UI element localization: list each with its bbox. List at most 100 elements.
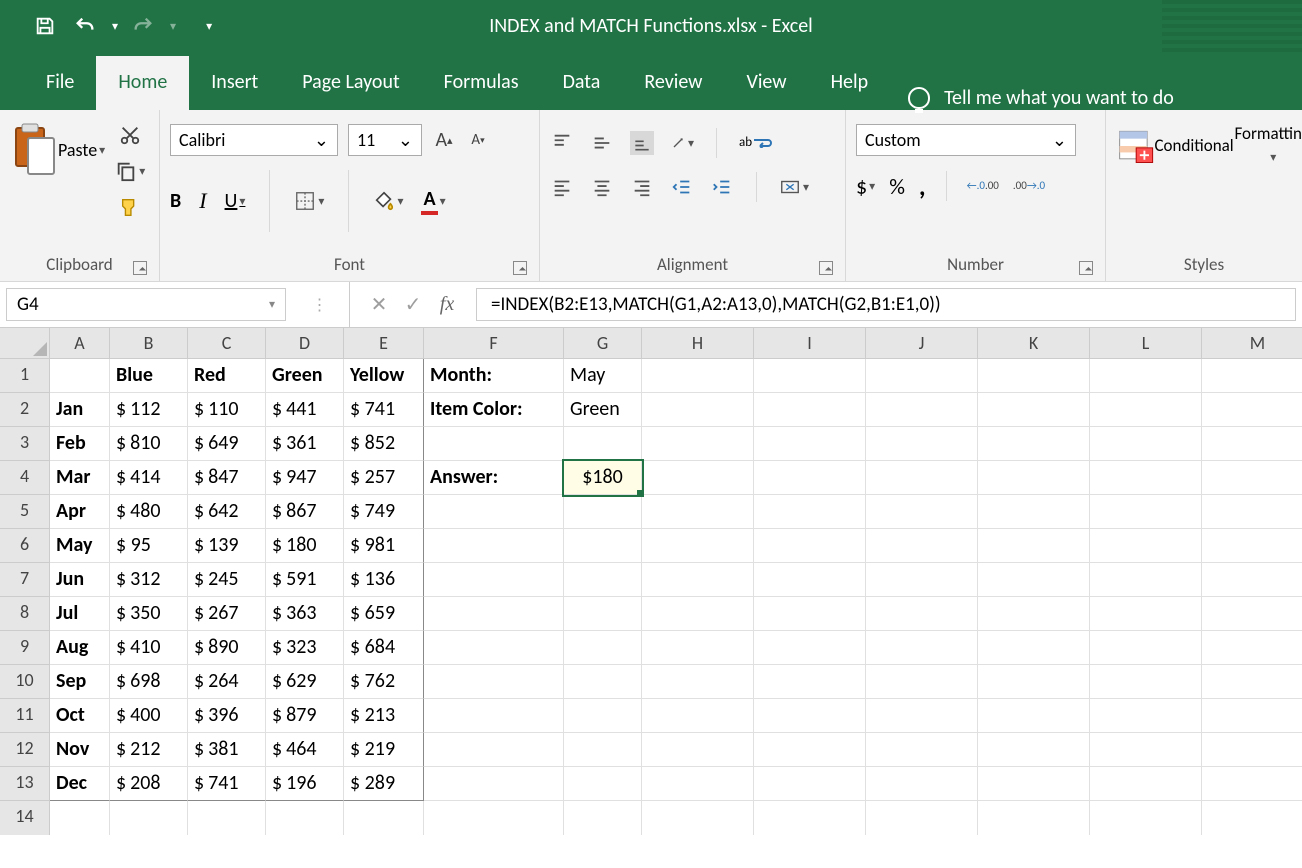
row-header-4[interactable]: 4 bbox=[0, 461, 50, 495]
cell-g10[interactable] bbox=[564, 665, 642, 699]
cell-e3[interactable]: 852 bbox=[344, 427, 424, 461]
cell-k13[interactable] bbox=[978, 767, 1090, 801]
cell-h3[interactable] bbox=[642, 427, 754, 461]
cell-k9[interactable] bbox=[978, 631, 1090, 665]
formula-input[interactable]: =INDEX(B2:E13,MATCH(G1,A2:A13,0),MATCH(G… bbox=[476, 288, 1296, 321]
cell-k3[interactable] bbox=[978, 427, 1090, 461]
cell-b7[interactable]: 312 bbox=[110, 563, 188, 597]
cell-c5[interactable]: 642 bbox=[188, 495, 266, 529]
cell-m1[interactable] bbox=[1202, 359, 1302, 393]
col-header-b[interactable]: B bbox=[110, 328, 188, 359]
cell-d1[interactable]: Green bbox=[266, 359, 344, 393]
col-header-j[interactable]: J bbox=[866, 328, 978, 359]
cell-a14[interactable] bbox=[50, 801, 110, 835]
undo-icon[interactable] bbox=[70, 11, 100, 41]
undo-dropdown-icon[interactable]: ▾ bbox=[112, 19, 118, 34]
row-header-8[interactable]: 8 bbox=[0, 597, 50, 631]
copy-icon[interactable]: ▾ bbox=[115, 160, 145, 182]
cell-e8[interactable]: 659 bbox=[344, 597, 424, 631]
cell-f10[interactable] bbox=[424, 665, 564, 699]
row-header-10[interactable]: 10 bbox=[0, 665, 50, 699]
cell-k8[interactable] bbox=[978, 597, 1090, 631]
decrease-decimal-icon[interactable]: .00→.0 bbox=[1013, 181, 1045, 191]
cell-k12[interactable] bbox=[978, 733, 1090, 767]
cell-j11[interactable] bbox=[866, 699, 978, 733]
cell-b12[interactable]: 212 bbox=[110, 733, 188, 767]
fx-icon[interactable]: fx bbox=[430, 293, 464, 316]
decrease-indent-icon[interactable] bbox=[670, 175, 694, 199]
align-bottom-icon[interactable] bbox=[630, 131, 654, 155]
increase-indent-icon[interactable] bbox=[710, 175, 734, 199]
row-header-13[interactable]: 13 bbox=[0, 767, 50, 801]
paste-dropdown-icon[interactable]: ▾ bbox=[99, 143, 105, 158]
tab-review[interactable]: Review bbox=[622, 56, 724, 110]
cell-j10[interactable] bbox=[866, 665, 978, 699]
cell-a7[interactable]: Jun bbox=[50, 563, 110, 597]
col-header-d[interactable]: D bbox=[266, 328, 344, 359]
row-header-11[interactable]: 11 bbox=[0, 699, 50, 733]
cell-c7[interactable]: 245 bbox=[188, 563, 266, 597]
cell-a6[interactable]: May bbox=[50, 529, 110, 563]
cell-l8[interactable] bbox=[1090, 597, 1202, 631]
cell-d13[interactable]: 196 bbox=[266, 767, 344, 801]
cell-a3[interactable]: Feb bbox=[50, 427, 110, 461]
cell-b9[interactable]: 410 bbox=[110, 631, 188, 665]
align-top-icon[interactable] bbox=[550, 131, 574, 155]
cell-k11[interactable] bbox=[978, 699, 1090, 733]
cell-m2[interactable] bbox=[1202, 393, 1302, 427]
row-header-1[interactable]: 1 bbox=[0, 359, 50, 393]
cell-d5[interactable]: 867 bbox=[266, 495, 344, 529]
cell-j9[interactable] bbox=[866, 631, 978, 665]
cell-c6[interactable]: 139 bbox=[188, 529, 266, 563]
cancel-formula-icon[interactable]: ✕ bbox=[362, 292, 396, 317]
cell-f7[interactable] bbox=[424, 563, 564, 597]
cell-i4[interactable] bbox=[754, 461, 866, 495]
cell-c14[interactable] bbox=[188, 801, 266, 835]
cell-g5[interactable] bbox=[564, 495, 642, 529]
col-header-l[interactable]: L bbox=[1090, 328, 1202, 359]
cell-h7[interactable] bbox=[642, 563, 754, 597]
cell-i7[interactable] bbox=[754, 563, 866, 597]
merge-center-icon[interactable]: ▾ bbox=[779, 176, 809, 198]
cell-h14[interactable] bbox=[642, 801, 754, 835]
col-header-f[interactable]: F bbox=[424, 328, 564, 359]
clipboard-launcher-icon[interactable] bbox=[133, 261, 147, 275]
increase-decimal-icon[interactable]: ←.0.00 bbox=[967, 181, 999, 191]
cell-i1[interactable] bbox=[754, 359, 866, 393]
cell-h5[interactable] bbox=[642, 495, 754, 529]
cell-h4[interactable] bbox=[642, 461, 754, 495]
cell-c4[interactable]: 847 bbox=[188, 461, 266, 495]
bold-button[interactable]: B bbox=[170, 189, 181, 213]
cell-i14[interactable] bbox=[754, 801, 866, 835]
format-painter-icon[interactable] bbox=[115, 196, 145, 218]
row-header-7[interactable]: 7 bbox=[0, 563, 50, 597]
cell-g3[interactable] bbox=[564, 427, 642, 461]
cell-m14[interactable] bbox=[1202, 801, 1302, 835]
cell-b5[interactable]: 480 bbox=[110, 495, 188, 529]
cell-j1[interactable] bbox=[866, 359, 978, 393]
col-header-e[interactable]: E bbox=[344, 328, 424, 359]
cell-e2[interactable]: 741 bbox=[344, 393, 424, 427]
cell-c2[interactable]: 110 bbox=[188, 393, 266, 427]
cell-a11[interactable]: Oct bbox=[50, 699, 110, 733]
tab-help[interactable]: Help bbox=[809, 56, 891, 110]
col-header-m[interactable]: M bbox=[1202, 328, 1302, 359]
row-header-9[interactable]: 9 bbox=[0, 631, 50, 665]
cell-h1[interactable] bbox=[642, 359, 754, 393]
cell-l6[interactable] bbox=[1090, 529, 1202, 563]
number-format-combo[interactable]: Custom⌄ bbox=[856, 124, 1076, 156]
align-right-icon[interactable] bbox=[630, 175, 654, 199]
cell-g8[interactable] bbox=[564, 597, 642, 631]
save-icon[interactable] bbox=[30, 11, 60, 41]
cell-l5[interactable] bbox=[1090, 495, 1202, 529]
cell-h12[interactable] bbox=[642, 733, 754, 767]
cell-h6[interactable] bbox=[642, 529, 754, 563]
cell-d2[interactable]: 441 bbox=[266, 393, 344, 427]
comma-format-icon[interactable]: , bbox=[919, 170, 926, 202]
cell-j5[interactable] bbox=[866, 495, 978, 529]
cell-h11[interactable] bbox=[642, 699, 754, 733]
cell-h2[interactable] bbox=[642, 393, 754, 427]
cell-a5[interactable]: Apr bbox=[50, 495, 110, 529]
cell-a1[interactable] bbox=[50, 359, 110, 393]
cell-l10[interactable] bbox=[1090, 665, 1202, 699]
